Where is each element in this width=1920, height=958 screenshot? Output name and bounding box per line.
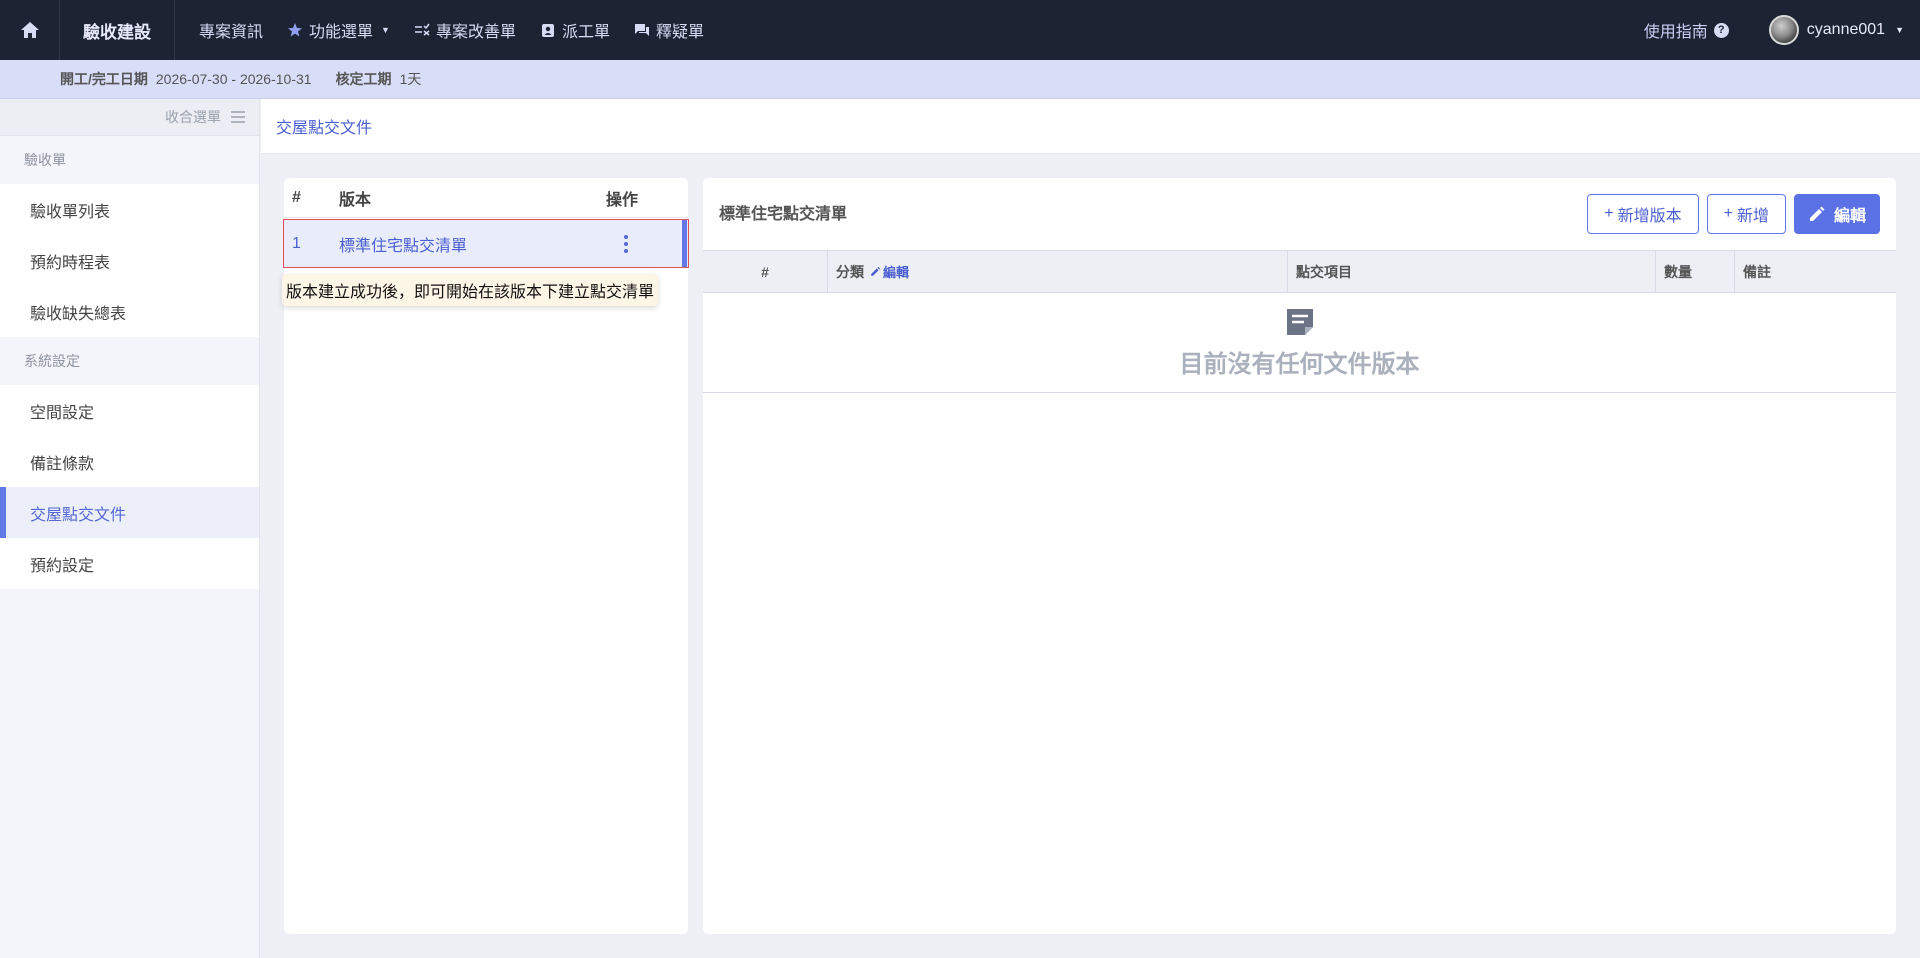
col-note: 備註 <box>1743 263 1771 280</box>
nav-improvement-label: 專案改善單 <box>435 24 516 41</box>
home-icon <box>20 22 39 38</box>
sidebar-item-handover-docs[interactable]: 交屋點交文件 <box>0 487 259 538</box>
edit-button[interactable]: 編輯 <box>1793 194 1880 234</box>
table-row[interactable]: 1 標準住宅點交清單 <box>283 219 689 268</box>
user-guide-link[interactable]: 使用指南 ? <box>1644 18 1729 42</box>
brand-title[interactable]: 驗收建設 <box>60 0 175 60</box>
caret-down-icon: ▼ <box>1895 25 1904 35</box>
edit-label: 編輯 <box>1833 208 1866 225</box>
note-icon <box>1286 309 1313 335</box>
nav-dispatch-label: 派工單 <box>561 24 610 41</box>
sidebar-item-booking-settings[interactable]: 預約設定 <box>0 538 259 589</box>
help-icon: ? <box>1713 22 1729 38</box>
category-edit-label: 編輯 <box>883 265 910 280</box>
empty-state-text: 目前沒有任何文件版本 <box>1179 351 1420 378</box>
empty-state: 目前沒有任何文件版本 <box>703 293 1896 393</box>
more-options-icon[interactable] <box>606 234 636 253</box>
date-label: 開工/完工日期 <box>60 71 148 87</box>
sidebar-section-settings: 系統設定 <box>0 337 259 385</box>
nav-clarification-label: 釋疑單 <box>655 24 704 41</box>
add-label: 新增 <box>1736 208 1769 225</box>
nav-function-menu[interactable]: 功能選單 ▼ <box>287 0 390 60</box>
checklist-table: # 分類 編輯 點交項目 數量 備註 目前沒有任何文件版本 <box>703 250 1896 393</box>
sidebar-item-acceptance-list[interactable]: 驗收單列表 <box>0 184 259 235</box>
add-version-button[interactable]: + 新增版本 <box>1587 194 1699 234</box>
duration-label: 核定工期 <box>335 71 392 87</box>
badge-icon <box>541 24 554 37</box>
checklist-icon <box>414 23 430 36</box>
col-num: # <box>703 251 828 292</box>
add-button[interactable]: + 新增 <box>1706 194 1786 234</box>
header-version: 版本 <box>339 191 372 209</box>
col-item: 點交項目 <box>1288 251 1656 292</box>
row-version-name[interactable]: 標準住宅點交清單 <box>339 232 606 256</box>
sidebar-item-remarks[interactable]: 備註條款 <box>0 436 259 487</box>
menu-icon <box>231 111 245 123</box>
col-category: 分類 編輯 <box>828 251 1288 292</box>
sidebar-item-defect-summary[interactable]: 驗收缺失總表 <box>0 286 259 337</box>
avatar <box>1768 15 1799 45</box>
category-edit-link[interactable]: 編輯 <box>870 262 909 281</box>
row-num: 1 <box>292 234 301 252</box>
star-icon <box>288 23 303 37</box>
version-table-header: # 版本 操作 <box>284 178 688 218</box>
add-version-label: 新增版本 <box>1617 208 1682 225</box>
col-qty: 數量 <box>1656 251 1735 292</box>
plus-icon: + <box>1604 205 1614 222</box>
pencil-icon <box>1809 206 1825 221</box>
collapse-menu-label: 收合選單 <box>165 109 221 125</box>
user-guide-label: 使用指南 <box>1643 24 1708 41</box>
header-action: 操作 <box>606 191 639 209</box>
duration-value: 1天 <box>399 71 422 87</box>
version-list-panel: # 版本 操作 1 標準住宅點交清單 版本建立成功後，即可開始在該版本下建立點交… <box>282 178 689 934</box>
document-detail-panel: 標準住宅點交清單 + 新增版本 + 新增 編輯 # 分類 編輯 點交項目 數量 <box>703 178 1896 934</box>
col-category-label: 分類 <box>836 263 864 280</box>
sidebar-item-schedule[interactable]: 預約時程表 <box>0 235 259 286</box>
user-menu[interactable]: cyanne001 ▼ <box>1768 15 1904 45</box>
document-title: 標準住宅點交清單 <box>719 206 848 223</box>
checklist-table-header: # 分類 編輯 點交項目 數量 備註 <box>703 251 1896 293</box>
nav-function-menu-label: 功能選單 <box>309 24 374 41</box>
header-num: # <box>292 188 301 206</box>
page-title: 交屋點交文件 <box>261 99 1920 154</box>
date-value: 2026-07-30 - 2026-10-31 <box>155 71 312 87</box>
caret-down-icon: ▼ <box>381 25 390 35</box>
nav-improvement[interactable]: 專案改善單 <box>414 0 516 60</box>
sidebar: 收合選單 驗收單 驗收單列表 預約時程表 驗收缺失總表 系統設定 空間設定 備註… <box>0 99 260 958</box>
sidebar-section-acceptance: 驗收單 <box>0 136 259 184</box>
collapse-menu-button[interactable]: 收合選單 <box>0 99 259 136</box>
pencil-icon <box>871 266 881 276</box>
nav-clarification[interactable]: 釋疑單 <box>634 0 704 60</box>
sidebar-item-space-settings[interactable]: 空間設定 <box>0 385 259 436</box>
nav-dispatch[interactable]: 派工單 <box>540 0 610 60</box>
plus-icon: + <box>1723 205 1733 222</box>
chat-icon <box>634 24 649 36</box>
selected-indicator <box>682 220 687 267</box>
project-info-bar: 開工/完工日期 2026-07-30 - 2026-10-31 核定工期 1天 <box>0 60 1920 99</box>
home-button[interactable] <box>0 0 60 60</box>
tooltip: 版本建立成功後，即可開始在該版本下建立點交清單 <box>282 274 659 306</box>
nav-project-info-label: 專案資訊 <box>199 24 264 41</box>
username: cyanne001 <box>1806 21 1886 38</box>
top-navbar: 驗收建設 專案資訊 功能選單 ▼ 專案改善單 派工單 釋疑單 使用指南 ? cy… <box>0 0 1920 60</box>
nav-project-info[interactable]: 專案資訊 <box>199 0 263 60</box>
